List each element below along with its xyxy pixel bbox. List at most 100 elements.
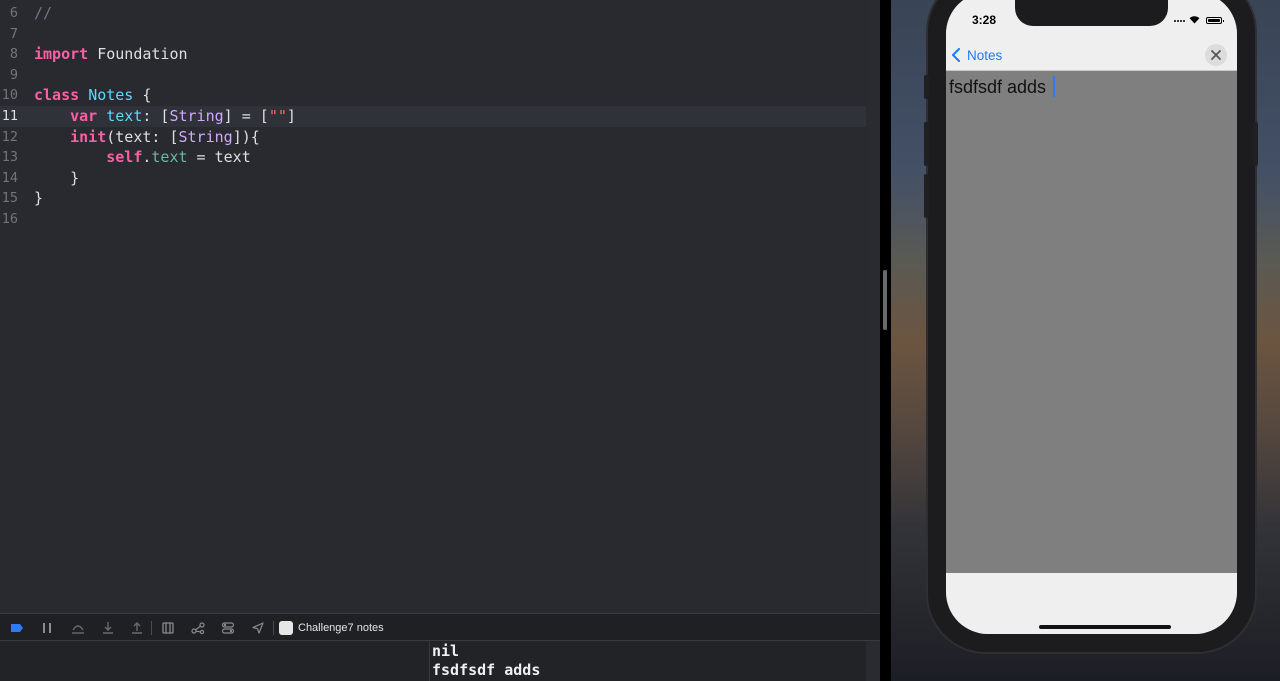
line-number: 12: [1, 128, 18, 145]
close-button[interactable]: [1205, 44, 1227, 66]
split-divider[interactable]: [880, 0, 891, 681]
line-number: 7: [9, 25, 18, 42]
step-into-icon[interactable]: [100, 620, 116, 636]
code-text: import Foundation: [34, 44, 188, 65]
code-token: init: [70, 127, 107, 146]
cellular-signal-icon: [1174, 20, 1186, 23]
code-line[interactable]: 10 class Notes {: [0, 85, 866, 106]
code-token: String: [169, 107, 224, 125]
code-text: class Notes {: [34, 85, 151, 106]
power-button: [1253, 122, 1258, 166]
code-text: //: [34, 3, 52, 24]
line-number: 6: [9, 5, 18, 21]
code-line[interactable]: 7: [0, 24, 866, 45]
code-token: Notes: [88, 86, 134, 105]
pause-icon[interactable]: [39, 620, 55, 636]
code-editor[interactable]: 6//7 8 import Foundation 9 10 class Notes {11…: [0, 0, 866, 613]
code-token: text: [106, 107, 143, 125]
process-selector[interactable]: Challenge7 notes: [279, 620, 384, 636]
line-number: 9: [9, 66, 18, 83]
code-text: }: [34, 188, 43, 209]
code-token: : [: [142, 107, 170, 125]
step-out-icon[interactable]: [129, 620, 145, 636]
code-line[interactable]: 13 self.text = text: [0, 147, 866, 168]
line-number: 10: [1, 87, 18, 104]
chevron-left-icon: [952, 48, 960, 62]
view-hierarchy-icon[interactable]: [160, 620, 176, 636]
code-token: self: [106, 148, 143, 167]
toolbar-separator: [273, 621, 274, 635]
battery-icon: [1206, 17, 1224, 24]
code-line[interactable]: 6 //: [0, 3, 866, 24]
note-text-view[interactable]: fsdfsdf adds: [946, 71, 1237, 573]
status-time: 3:28: [972, 13, 997, 27]
code-token: import: [34, 45, 89, 64]
console-output[interactable]: nil fsdfsdf adds: [430, 641, 866, 681]
back-button-label: Notes: [967, 47, 1003, 63]
volume-down-button: [924, 174, 929, 218]
environment-overrides-icon[interactable]: [220, 620, 236, 636]
code-line[interactable]: 14 }: [0, 168, 866, 189]
line-number: 14: [1, 169, 18, 186]
code-token: var: [70, 107, 98, 125]
code-token: (text: [: [106, 127, 179, 146]
mute-switch: [924, 75, 929, 99]
code-text: init(text: [String]){: [34, 127, 260, 148]
console-line: fsdfsdf adds: [432, 661, 541, 679]
volume-up-button: [924, 122, 929, 166]
code-text: var text: [String] = [""]: [34, 106, 296, 127]
process-label: Challenge7 notes: [298, 622, 384, 634]
code-line[interactable]: 9: [0, 65, 866, 86]
line-number: 11: [1, 108, 18, 124]
split-handle[interactable]: [883, 270, 887, 330]
back-button[interactable]: Notes: [951, 45, 1002, 65]
editor-scroll-gutter: [866, 0, 880, 681]
code-text: self.text = text: [34, 147, 251, 168]
close-icon: [1211, 50, 1221, 60]
toolbar-separator: [151, 621, 152, 635]
step-over-icon[interactable]: [70, 620, 86, 636]
code-line[interactable]: 16: [0, 209, 866, 230]
simulator-screen: 3:28 Notes fsdfsdf adds: [946, 0, 1237, 634]
line-number: 15: [1, 190, 18, 207]
breakpoints-icon[interactable]: [9, 620, 25, 636]
code-line[interactable]: 8 import Foundation: [0, 44, 866, 65]
code-text: }: [34, 168, 79, 189]
code-token: }: [34, 168, 80, 187]
code-token: ] = [: [223, 107, 269, 125]
console-line: nil: [432, 642, 460, 660]
code-token: String: [178, 127, 233, 146]
debug-bar: Challenge7 notes: [0, 613, 880, 641]
text-caret: [1053, 76, 1055, 97]
code-token: ]){: [232, 127, 260, 146]
app-icon: [279, 621, 293, 635]
code-line[interactable]: 12 init(text: [String]){: [0, 127, 866, 148]
code-token: Foundation: [88, 45, 188, 64]
line-number: 16: [1, 211, 18, 227]
code-token: }: [34, 189, 44, 208]
code-token: //: [34, 4, 53, 22]
navigation-bar: Notes: [946, 39, 1237, 71]
code-line[interactable]: 11 var text: [String] = [""]: [0, 106, 866, 127]
code-token: {: [133, 86, 152, 105]
code-line[interactable]: 15}: [0, 188, 866, 209]
wifi-icon: [1189, 16, 1200, 24]
line-number: 8: [9, 46, 18, 63]
note-text: fsdfsdf adds: [949, 77, 1047, 97]
device-notch: [1015, 0, 1168, 26]
memory-graph-icon[interactable]: [190, 620, 206, 636]
code-token: text: [151, 148, 188, 167]
code-token: class: [34, 86, 80, 105]
code-token: = text: [187, 148, 251, 167]
home-indicator[interactable]: [1039, 625, 1171, 629]
line-number: 13: [1, 149, 18, 166]
code-token: ]: [286, 107, 296, 125]
location-icon[interactable]: [250, 620, 266, 636]
code-token: "": [268, 107, 287, 125]
variables-view[interactable]: [0, 641, 429, 681]
